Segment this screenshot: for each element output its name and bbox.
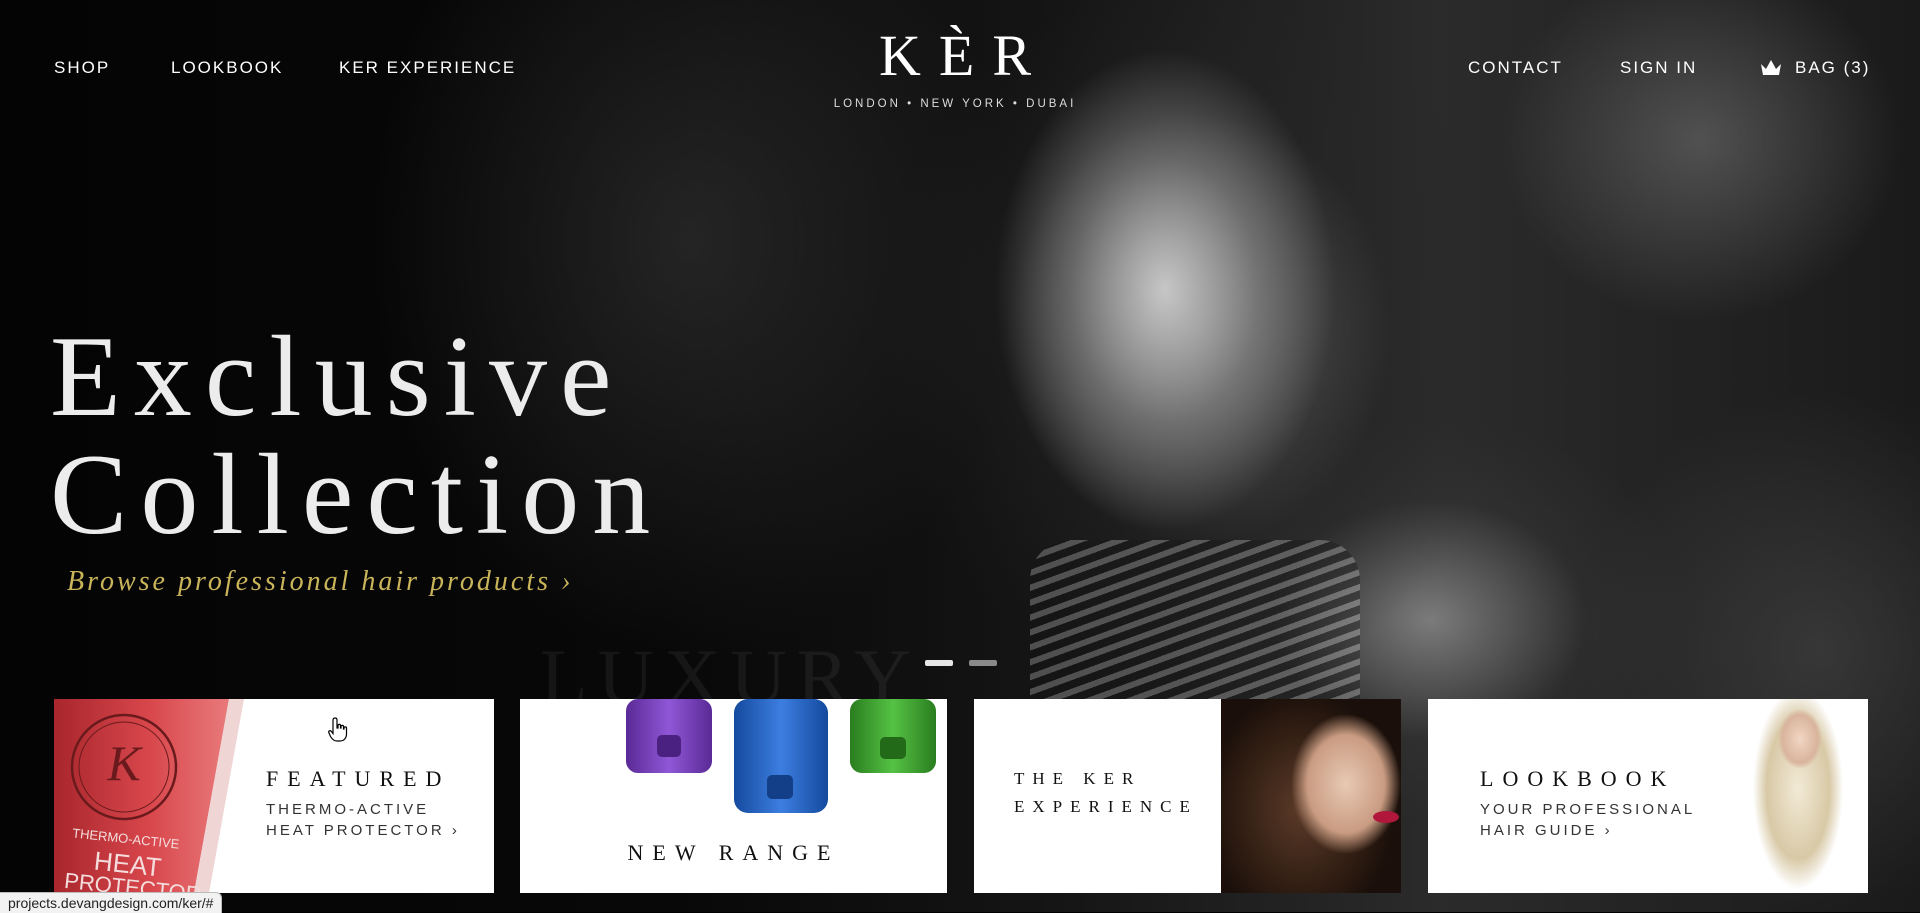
hero-headline: Exclusive Collection (50, 318, 663, 554)
new-range-title: NEW RANGE (627, 840, 840, 865)
model-lips (1373, 811, 1399, 823)
lookbook-sub-line1: YOUR PROFESSIONAL (1480, 801, 1696, 818)
lookbook-card-title: LOOKBOOK (1480, 766, 1676, 791)
ker-experience-title-line1: THE KER (1014, 769, 1142, 788)
slider-dot-2[interactable] (969, 660, 997, 666)
lookbook-sub-line2: HAIR GUIDE › (1480, 822, 1613, 839)
hero-headline-line2: Collection (50, 431, 664, 559)
featured-card-subtitle: THERMO-ACTIVE HEAT PROTECTOR › (266, 799, 460, 841)
slider-dot-1-active[interactable] (925, 660, 953, 666)
ker-experience-title: THE KER EXPERIENCE (1014, 765, 1198, 821)
featured-sub-line2: HEAT PROTECTOR › (266, 822, 460, 839)
hand-cursor-icon (328, 717, 348, 742)
browse-products-link[interactable]: Browse professional hair products › (67, 566, 573, 598)
logo-wordmark: KÈR (879, 23, 1049, 88)
new-range-card[interactable]: NEW RANGE (520, 699, 947, 893)
model-portrait-image (1221, 699, 1401, 893)
nav-contact[interactable]: CONTACT (1468, 58, 1563, 78)
featured-card[interactable]: K THERMO-ACTIVE HEAT PROTECTOR FEATURED … (54, 699, 494, 893)
ker-experience-title-line2: EXPERIENCE (1014, 797, 1198, 816)
bottles-product-image (626, 699, 936, 813)
featured-card-title: FEATURED (266, 766, 451, 791)
logo-tagline: LONDON • NEW YORK • DUBAI (833, 98, 1077, 110)
browser-status-url: projects.devangdesign.com/ker/# (0, 892, 223, 913)
nav-bag[interactable]: BAG (3) (1795, 58, 1870, 78)
lookbook-model-image (1748, 699, 1848, 893)
ker-experience-card[interactable]: THE KER EXPERIENCE (974, 699, 1401, 893)
brand-logo[interactable]: KÈR LONDON • NEW YORK • DUBAI (820, 23, 1090, 111)
hero-headline-line1: Exclusive (50, 313, 625, 441)
nav-lookbook[interactable]: LOOKBOOK (171, 58, 283, 78)
lookbook-card[interactable]: LOOKBOOK YOUR PROFESSIONAL HAIR GUIDE › (1428, 699, 1868, 893)
featured-sub-line1: THERMO-ACTIVE (266, 801, 430, 818)
lookbook-card-subtitle: YOUR PROFESSIONAL HAIR GUIDE › (1480, 799, 1695, 841)
crown-bag-icon[interactable] (1759, 58, 1783, 78)
nav-shop[interactable]: SHOP (54, 58, 110, 78)
nav-ker-experience[interactable]: KER EXPERIENCE (339, 58, 516, 78)
nav-sign-in[interactable]: SIGN IN (1620, 58, 1697, 78)
hero-striped-garment (1030, 540, 1360, 700)
product-monogram: K (107, 735, 141, 791)
